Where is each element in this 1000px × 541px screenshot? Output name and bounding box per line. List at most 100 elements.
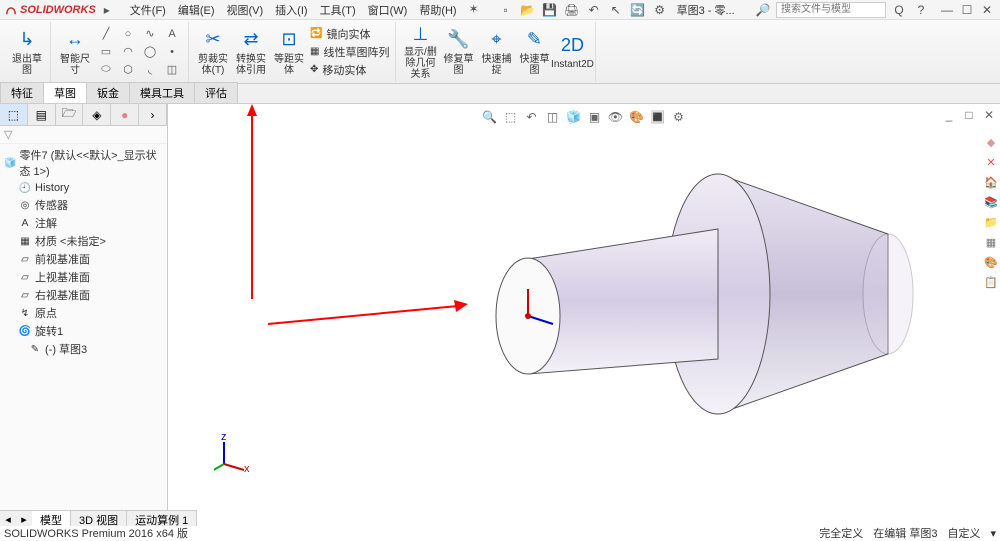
arc-icon[interactable]: ◠ bbox=[118, 44, 138, 60]
trim-button[interactable]: ✂ 剪裁实体(T) bbox=[194, 24, 232, 80]
new-icon[interactable]: ▫ bbox=[497, 1, 515, 19]
smart-dimension-button[interactable]: ↔ 智能尺寸 bbox=[56, 24, 94, 80]
repair-sketch-button[interactable]: 🔧 修复草图 bbox=[439, 24, 477, 80]
polygon-icon[interactable]: ⬡ bbox=[118, 62, 138, 78]
dropdown-icon[interactable]: ▸ bbox=[98, 1, 116, 19]
mirror-button[interactable]: 🔁 镜向实体 bbox=[310, 26, 389, 42]
convert-button[interactable]: ⇄ 转换实体引用 bbox=[232, 24, 270, 80]
select-icon[interactable]: ↖ bbox=[607, 1, 625, 19]
rev-label: 旋转1 bbox=[35, 323, 63, 339]
section-icon[interactable]: ◫ bbox=[544, 108, 562, 126]
fillet-icon[interactable]: ◟ bbox=[140, 62, 160, 78]
view-palette-icon[interactable]: ▦ bbox=[983, 234, 999, 250]
move-button[interactable]: ✥ 移动实体 bbox=[310, 62, 389, 78]
help-icon[interactable]: ? bbox=[912, 1, 930, 19]
line-icon[interactable]: ╱ bbox=[96, 26, 116, 42]
display-style-icon[interactable]: ▣ bbox=[586, 108, 604, 126]
fm-display-tab[interactable]: ● bbox=[111, 104, 139, 125]
doc-tab[interactable]: 草图3 - 零... bbox=[673, 0, 739, 20]
rect-icon[interactable]: ▭ bbox=[96, 44, 116, 60]
fm-dimxpert-tab[interactable]: ◈ bbox=[83, 104, 111, 125]
slot-icon[interactable]: ⬭ bbox=[96, 62, 116, 78]
fm-expand-icon[interactable]: › bbox=[139, 104, 167, 125]
vp-max-icon[interactable]: □ bbox=[960, 106, 978, 124]
rebuild-icon[interactable]: 🔄 bbox=[629, 1, 647, 19]
filter-icon[interactable]: ▽ bbox=[4, 128, 12, 141]
open-icon[interactable]: 📂 bbox=[519, 1, 537, 19]
hide-show-icon[interactable]: 👁 bbox=[607, 108, 625, 126]
tab-eval[interactable]: 评估 bbox=[194, 82, 238, 103]
close-icon[interactable]: ✕ bbox=[978, 1, 996, 19]
search-input[interactable] bbox=[776, 2, 886, 18]
zoom-fit-icon[interactable]: 🔍 bbox=[481, 108, 499, 126]
quick-snap-button[interactable]: ⌖ 快速捕捉 bbox=[477, 24, 515, 80]
menu-window[interactable]: 窗口(W) bbox=[364, 0, 412, 20]
text-icon[interactable]: A bbox=[162, 26, 182, 42]
menu-edit[interactable]: 编辑(E) bbox=[174, 0, 219, 20]
design-lib-icon[interactable]: 📚 bbox=[983, 194, 999, 210]
triad-icon[interactable]: ◆ bbox=[983, 134, 999, 150]
fm-tree-tab[interactable]: ⬚ bbox=[0, 104, 28, 125]
graphics-viewport[interactable]: 🔍 ⬚ ↶ ◫ 🧊 ▣ 👁 🎨 🔳 ⚙ _ □ ✕ bbox=[168, 104, 1000, 514]
menu-insert[interactable]: 插入(I) bbox=[271, 0, 311, 20]
snap-label: 快速捕捉 bbox=[479, 54, 513, 76]
fm-prop-tab[interactable]: ▤ bbox=[28, 104, 56, 125]
tree-material[interactable]: ▦材质 <未指定> bbox=[4, 232, 163, 250]
save-icon[interactable]: 💾 bbox=[541, 1, 559, 19]
ellipse-icon[interactable]: ◯ bbox=[140, 44, 160, 60]
view-settings-icon[interactable]: ⚙ bbox=[670, 108, 688, 126]
point-icon[interactable]: • bbox=[162, 44, 182, 60]
fm-config-tab[interactable]: 🗁 bbox=[56, 104, 84, 125]
menu-view[interactable]: 视图(V) bbox=[223, 0, 268, 20]
instant2d-button[interactable]: 2D Instant2D bbox=[553, 24, 591, 80]
minimize-icon[interactable]: — bbox=[938, 1, 956, 19]
tree-annot[interactable]: A注解 bbox=[4, 214, 163, 232]
status-custom[interactable]: 自定义 bbox=[947, 525, 980, 541]
status-dropdown-icon[interactable]: ▾ bbox=[990, 527, 996, 540]
tree-origin[interactable]: ↯原点 bbox=[4, 304, 163, 322]
spline-icon[interactable]: ∿ bbox=[140, 26, 160, 42]
tab-feature[interactable]: 特征 bbox=[0, 82, 44, 103]
search-go-icon[interactable]: Q bbox=[890, 1, 908, 19]
tree-top-plane[interactable]: ▱上视基准面 bbox=[4, 268, 163, 286]
appearance-icon[interactable]: 🔳 bbox=[649, 108, 667, 126]
menu-file[interactable]: 文件(F) bbox=[126, 0, 170, 20]
tree-front-plane[interactable]: ▱前视基准面 bbox=[4, 250, 163, 268]
maximize-icon[interactable]: ☐ bbox=[958, 1, 976, 19]
menu-tool[interactable]: 工具(T) bbox=[316, 0, 360, 20]
move-label: 移动实体 bbox=[322, 62, 366, 78]
tab-sheetmetal[interactable]: 钣金 bbox=[86, 82, 130, 103]
tree-history[interactable]: 🕘History bbox=[4, 180, 163, 196]
window-controls: — ☐ ✕ bbox=[938, 1, 996, 19]
tab-mold[interactable]: 模具工具 bbox=[129, 82, 195, 103]
circle-icon[interactable]: ○ bbox=[118, 26, 138, 42]
offset-button[interactable]: ⊡ 等距实体 bbox=[270, 24, 308, 80]
appearances-icon[interactable]: 🎨 bbox=[983, 254, 999, 270]
properties-icon[interactable]: 📋 bbox=[983, 274, 999, 290]
tree-sensor[interactable]: ◎传感器 bbox=[4, 196, 163, 214]
tree-sketch3[interactable]: ✎(-) 草图3 bbox=[4, 340, 163, 358]
pattern-button[interactable]: ▦ 线性草图阵列 bbox=[310, 44, 389, 60]
print-icon[interactable]: 🖨 bbox=[563, 1, 581, 19]
tree-revolve[interactable]: 🌀旋转1 bbox=[4, 322, 163, 340]
plane-icon: ▱ bbox=[18, 288, 32, 302]
resources-icon[interactable]: 🏠 bbox=[983, 174, 999, 190]
prev-view-icon[interactable]: ↶ bbox=[523, 108, 541, 126]
vp-min-icon[interactable]: _ bbox=[940, 106, 958, 124]
tree-root[interactable]: 🧊零件7 (默认<<默认>_显示状态 1>) bbox=[4, 146, 163, 180]
exit-sketch-button[interactable]: ↳ 退出草图 bbox=[8, 24, 46, 80]
file-explorer-icon[interactable]: 📁 bbox=[983, 214, 999, 230]
display-relations-button[interactable]: ⊥ 显示/删除几何关系 bbox=[401, 24, 439, 80]
view-orient-icon[interactable]: 🧊 bbox=[565, 108, 583, 126]
close-pane-icon[interactable]: ✕ bbox=[983, 154, 999, 170]
tree-right-plane[interactable]: ▱右视基准面 bbox=[4, 286, 163, 304]
plane-icon[interactable]: ◫ bbox=[162, 62, 182, 78]
zoom-area-icon[interactable]: ⬚ bbox=[502, 108, 520, 126]
tab-sketch[interactable]: 草图 bbox=[43, 82, 87, 103]
scene-icon[interactable]: 🎨 bbox=[628, 108, 646, 126]
undo-icon[interactable]: ↶ bbox=[585, 1, 603, 19]
menu-help[interactable]: 帮助(H) bbox=[415, 0, 460, 20]
options-icon[interactable]: ⚙ bbox=[651, 1, 669, 19]
pin-icon[interactable]: ✶ bbox=[465, 0, 483, 18]
rapid-sketch-button[interactable]: ✎ 快速草图 bbox=[515, 24, 553, 80]
